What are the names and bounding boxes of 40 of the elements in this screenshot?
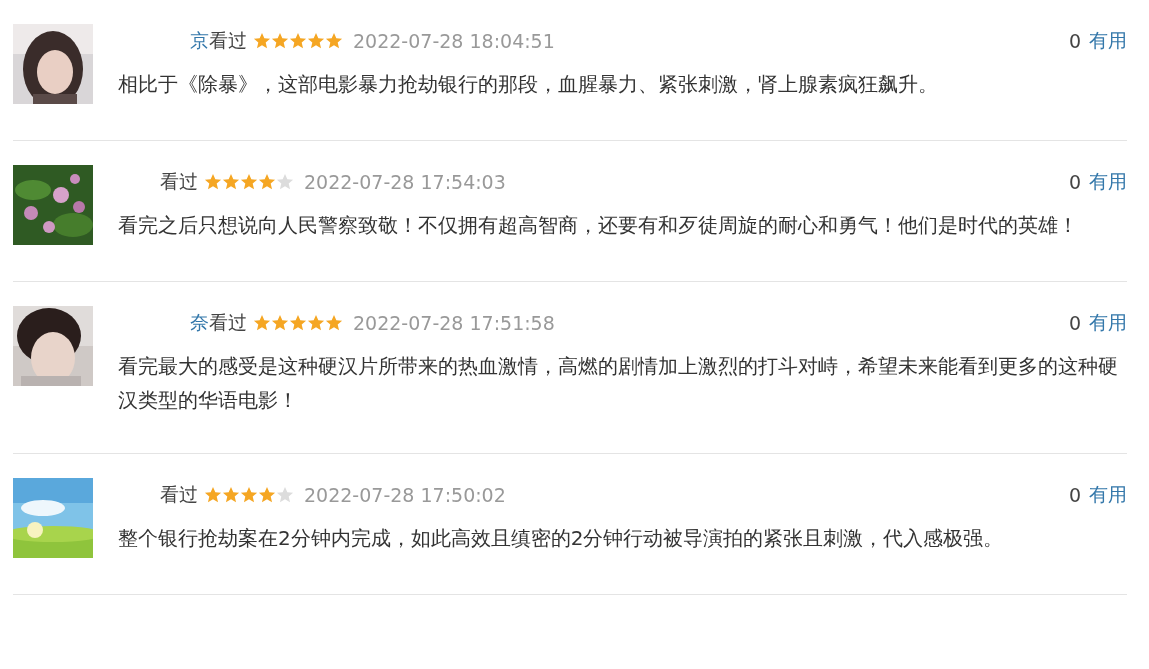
star-icon xyxy=(258,173,276,191)
vote-count: 0 xyxy=(1068,171,1081,193)
comment-time: 2022-07-28 17:54:03 xyxy=(304,171,506,193)
vote-count: 0 xyxy=(1068,484,1081,506)
user-name[interactable]: 奈 xyxy=(190,310,209,336)
star-icon xyxy=(307,32,325,50)
helpful-link[interactable]: 有用 xyxy=(1089,482,1127,508)
vote-count: 0 xyxy=(1068,312,1081,334)
star-icon xyxy=(240,486,258,504)
vote-count: 0 xyxy=(1068,30,1081,52)
helpful-link[interactable]: 有用 xyxy=(1089,169,1127,195)
star-icon xyxy=(289,314,307,332)
star-icon xyxy=(222,173,240,191)
star-icon xyxy=(271,314,289,332)
watch-status: 看过 xyxy=(160,169,198,194)
helpful-link[interactable]: 有用 xyxy=(1089,310,1127,336)
watch-status: 看过 xyxy=(209,310,247,335)
watch-status: 看过 xyxy=(160,482,198,507)
comment-text: 整个银行抢劫案在2分钟内完成，如此高效且缜密的2分钟行动被导演拍的紧张且刺激，代入感极强。 xyxy=(118,525,1005,552)
user-name[interactable]: 京 xyxy=(190,28,209,54)
star-icon xyxy=(240,173,258,191)
star-icon xyxy=(258,486,276,504)
star-icon xyxy=(307,314,325,332)
star-icon xyxy=(325,314,343,332)
comment-time: 2022-07-28 17:50:02 xyxy=(304,484,506,506)
star-icon xyxy=(325,32,343,50)
comment-text: 看完之后只想说向人民警察致敬！不仅拥有超高智商，还要有和歹徒周旋的耐心和勇气！他们是时代的英雄！ xyxy=(118,212,1079,239)
star-icon xyxy=(253,314,271,332)
comment-text: 相比于《除暴》，这部电影暴力抢劫银行的那段，血腥暴力、紧张刺激，肾上腺素疯狂飙升。 xyxy=(118,71,939,98)
helpful-link[interactable]: 有用 xyxy=(1089,28,1127,54)
star-icon xyxy=(289,32,307,50)
watch-status: 看过 xyxy=(209,28,247,53)
comment-text: 看完最大的感受是这种硬汉片所带来的热血激情，高燃的剧情加上激烈的打斗对峙，希望未来能看到更多的这种硬汉类型的华语电影！ xyxy=(118,353,1119,414)
star-icon xyxy=(253,32,271,50)
star-icon xyxy=(204,486,222,504)
star-icon xyxy=(222,486,240,504)
comment-time: 2022-07-28 18:04:51 xyxy=(353,30,555,52)
star-icon xyxy=(271,32,289,50)
comment-time: 2022-07-28 17:51:58 xyxy=(353,312,555,334)
star-icon xyxy=(204,173,222,191)
